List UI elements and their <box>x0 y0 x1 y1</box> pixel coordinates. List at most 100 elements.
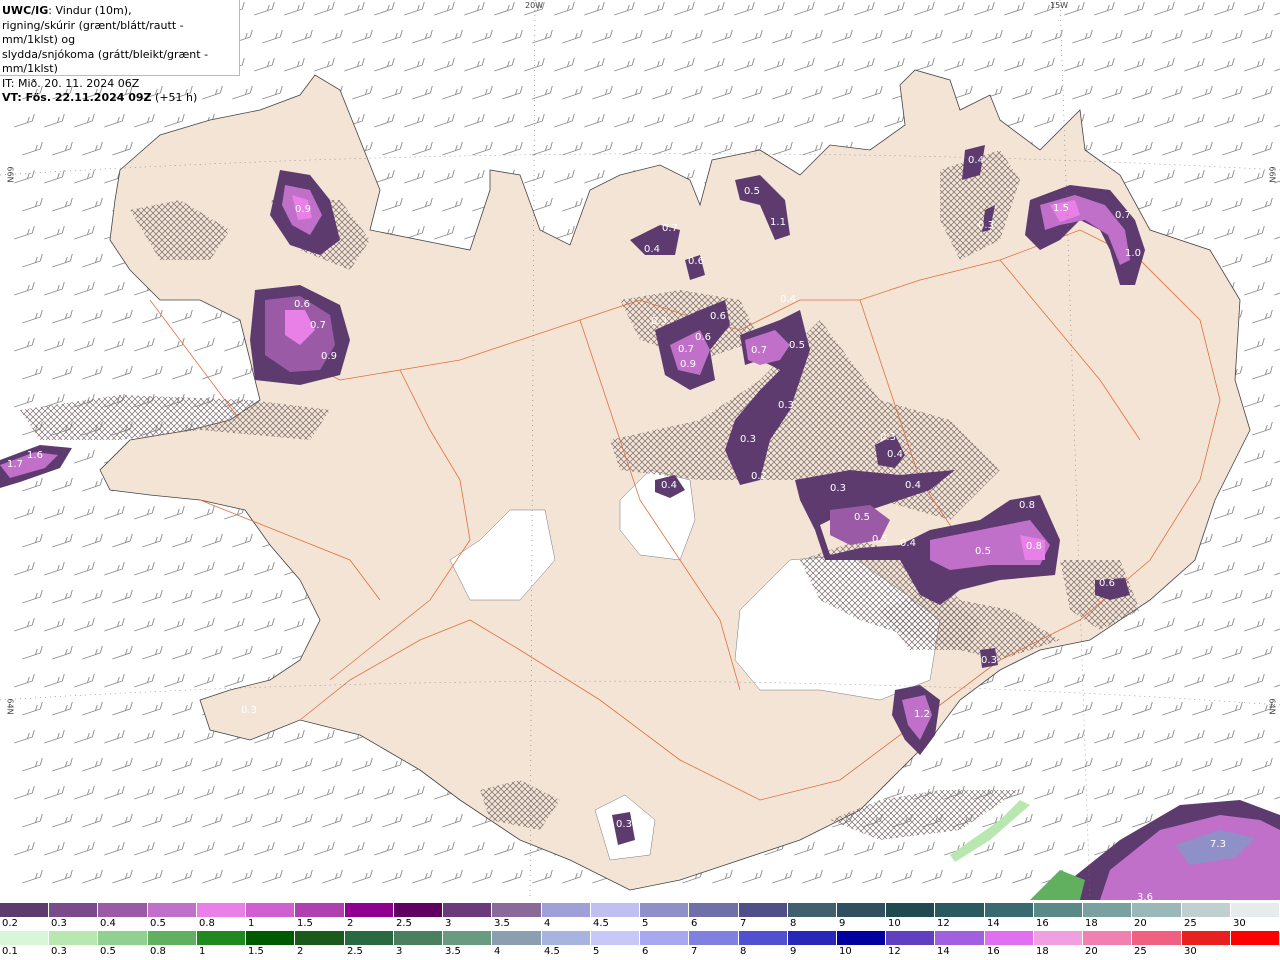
legend-swatch <box>738 903 788 917</box>
legend-swatch <box>0 931 50 945</box>
legend-swatch <box>1132 903 1182 917</box>
legend-swatch <box>886 931 936 945</box>
lat-label-64n-left: 64N <box>5 698 15 715</box>
legend-label: 0.8 <box>199 918 215 929</box>
info-line-4: IT: Mið. 20. 11. 2024 06Z <box>2 76 140 90</box>
legend-label: 10 <box>888 918 901 929</box>
legend-swatch <box>443 931 493 945</box>
legend-swatch <box>196 931 247 945</box>
legend-swatch <box>492 931 542 945</box>
precip-value-label: 1.1 <box>770 217 786 228</box>
precip-value-label: 0.9 <box>680 359 696 370</box>
legend-swatch <box>49 931 99 945</box>
precip-value-label: 0.2 <box>751 471 767 482</box>
legend-label: 12 <box>888 946 901 957</box>
legend-swatch <box>246 931 296 945</box>
precip-value-label: 0.3 <box>241 705 257 716</box>
legend-snow-labels: 0.2 0.3 0.4 0.5 0.8 1 1.5 2 2.5 3 3.5 4 4.5 5 6 7 8 9 10 12… <box>0 917 1280 931</box>
legend-swatch <box>196 903 247 917</box>
legend-swatch <box>590 903 641 917</box>
legend-swatch <box>1181 931 1231 945</box>
precip-value-label: 0.4 <box>887 449 903 460</box>
lat-label-66n-left: 66N <box>5 166 15 183</box>
precip-value-label: 0.7 <box>751 345 767 356</box>
legend-label: 1.5 <box>297 918 313 929</box>
precip-value-label: 1.5 <box>1053 203 1069 214</box>
precip-value-label: 0.4 <box>780 294 796 305</box>
legend-label: 3.5 <box>494 918 510 929</box>
info-line-2: rigning/skúrir (grænt/blátt/rautt - mm/1… <box>2 18 184 47</box>
legend-label: 5 <box>642 918 649 929</box>
precip-value-label: 1.2 <box>914 709 930 720</box>
precip-value-label: 0.7 <box>1115 210 1131 221</box>
legend-label: 5 <box>593 946 600 957</box>
precip-value-label: 0.3 <box>778 400 794 411</box>
legend-label: 0.3 <box>51 918 67 929</box>
legend-label: 8 <box>790 918 797 929</box>
precip-value-label: 0.6 <box>294 299 310 310</box>
legend-label: 0.1 <box>2 946 18 957</box>
legend-swatch <box>393 903 444 917</box>
precip-value-label: 7.3 <box>1210 839 1226 850</box>
legend-swatch <box>1083 903 1133 917</box>
legend-label: 6 <box>642 946 649 957</box>
legend-swatch <box>738 931 788 945</box>
precip-value-label: 0.6 <box>710 311 726 322</box>
variable-wind: : Vindur (10m), <box>48 4 132 17</box>
legend-label: 18 <box>1085 918 1098 929</box>
legend-swatch <box>935 931 985 945</box>
legend-swatch <box>295 931 345 945</box>
precip-value-label: 1.0 <box>1125 248 1141 259</box>
legend-swatch <box>836 903 887 917</box>
legend-label: 30 <box>1184 946 1197 957</box>
legend-swatch <box>689 903 739 917</box>
precip-value-label: 0.3 <box>912 648 928 659</box>
precip-value-label: 0.5 <box>854 512 870 523</box>
lat-label-66n-right: 66N <box>1267 166 1277 183</box>
legend-swatch <box>689 931 739 945</box>
legend-swatch <box>98 903 148 917</box>
legend-label: 20 <box>1085 946 1098 957</box>
precip-value-label: 0.5 <box>872 534 888 545</box>
legend-label: 16 <box>1036 918 1049 929</box>
legend-label: 7 <box>740 918 747 929</box>
legend-label: 4 <box>544 918 551 929</box>
precip-value-label: 0.6 <box>1099 578 1115 589</box>
forecast-hour: (+51 h) <box>151 91 198 104</box>
legend-swatch <box>393 931 444 945</box>
legend-swatch <box>787 903 837 917</box>
legend-swatch <box>590 931 641 945</box>
legend-label: 20 <box>1134 918 1147 929</box>
legend-swatch <box>1083 931 1133 945</box>
legend-swatch <box>1230 931 1280 945</box>
precip-value-label: 0.6 <box>688 256 704 267</box>
precip-value-label: 0.3 <box>830 483 846 494</box>
legend-label: 3 <box>396 946 403 957</box>
legend-label: 4 <box>494 946 501 957</box>
model-name: UWC/IG <box>2 4 49 17</box>
precip-value-label: 1.6 <box>27 450 43 461</box>
legend-swatch <box>0 903 50 917</box>
legend-label: 25 <box>1184 918 1197 929</box>
legend-label: 1 <box>199 946 206 957</box>
legend-label: 10 <box>839 946 852 957</box>
legend-label: 14 <box>937 946 950 957</box>
legend-label: 4.5 <box>544 946 560 957</box>
legend-swatch <box>984 931 1034 945</box>
legend-label: 1 <box>248 918 255 929</box>
legend-label: 0.5 <box>150 918 166 929</box>
legend-label: 2.5 <box>347 946 363 957</box>
valid-time: VT: Fös. 22.11.2024 09Z <box>2 91 152 104</box>
legend-swatch <box>98 931 148 945</box>
legend-swatch <box>344 931 394 945</box>
precip-value-label: 0.4 <box>968 155 984 166</box>
legend-swatch <box>787 931 837 945</box>
legend-label: 0.2 <box>2 918 18 929</box>
precip-value-label: 0.3 <box>981 655 997 666</box>
legend-swatch <box>541 903 591 917</box>
legend-swatch <box>443 903 493 917</box>
map-info-box: UWC/IG: Vindur (10m), rigning/skúrir (gr… <box>0 0 240 104</box>
legend-swatch <box>640 903 690 917</box>
precip-value-label: 0.3 <box>880 432 896 443</box>
legend-swatch <box>246 903 296 917</box>
